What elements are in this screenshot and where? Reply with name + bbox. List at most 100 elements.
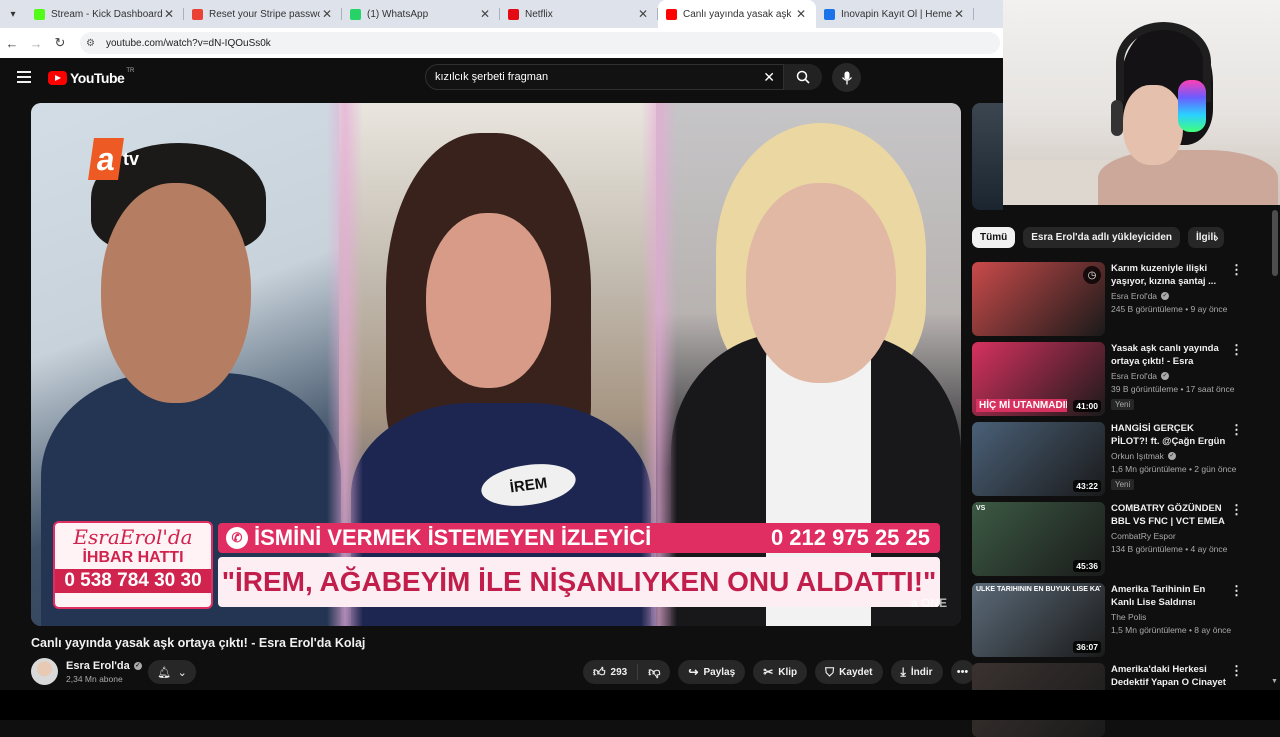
clear-search-icon[interactable]: ✕: [763, 69, 775, 86]
chevron-right-icon[interactable]: ›: [1214, 229, 1219, 245]
channel-avatar[interactable]: [31, 658, 58, 685]
forward-icon[interactable]: →: [24, 36, 48, 51]
taskbar: [0, 690, 1280, 720]
channel-name[interactable]: Orkun Işıtmak ✓: [1111, 451, 1231, 461]
scrollbar-thumb[interactable]: [1272, 210, 1278, 276]
close-tab-icon[interactable]: ✕: [162, 7, 176, 21]
browser-tab[interactable]: Canlı yayında yasak aşk orta✕: [658, 0, 816, 28]
video-player[interactable]: İREM a tv EsraErol'da İHBAR HATTI 0 538 …: [31, 103, 961, 626]
share-label: Paylaş: [703, 666, 736, 678]
tab-search-dropdown-icon[interactable]: ▾: [0, 1, 26, 27]
menu-icon[interactable]: [17, 71, 31, 86]
more-options-icon[interactable]: ⋮: [1230, 342, 1243, 358]
clip-button[interactable]: ✂ Klip: [753, 660, 808, 684]
video-title[interactable]: Amerika Tarihinin En Kanlı Lise Saldırıs…: [1111, 583, 1231, 609]
recommended-video[interactable]: VS 45:36 COMBATRY GÖZÜNDEN BBL VS FNC | VC…: [972, 502, 1262, 576]
channel-name[interactable]: Esra Erol'da ✓: [1111, 291, 1231, 301]
close-tab-icon[interactable]: ✕: [794, 7, 808, 21]
tab-title: Canlı yayında yasak aşk orta: [683, 8, 794, 20]
notification-button[interactable]: 🔔︎ ⌄: [148, 660, 196, 684]
verified-icon: ✓: [133, 661, 142, 670]
more-options-icon[interactable]: ⋮: [1230, 583, 1243, 599]
corner-watermark: a ONE: [910, 596, 947, 610]
channel-name[interactable]: Esra Erol'da ✓: [1111, 371, 1231, 381]
back-icon[interactable]: ←: [0, 36, 24, 51]
channel-name-text: The Polis: [1111, 612, 1147, 622]
share-icon: ↪: [688, 665, 699, 679]
microphone-icon: [841, 71, 852, 84]
video-meta: 134 B görüntüleme • 4 ay önce: [1111, 544, 1228, 554]
save-button[interactable]: ⛉ Kaydet: [815, 660, 883, 684]
scroll-down-icon[interactable]: ▼: [1271, 678, 1278, 685]
video-title[interactable]: Karım kuzeniyle ilişki yaşıyor, kızına ş…: [1111, 262, 1231, 288]
scissors-icon: ✂: [763, 665, 774, 679]
thumbs-down-icon: 👎︎: [648, 664, 661, 679]
channel-name-text: Esra Erol'da: [66, 659, 130, 672]
video-thumbnail[interactable]: 43:22: [972, 422, 1105, 496]
save-label: Kaydet: [839, 666, 873, 678]
caller-text: İSMİNİ VERMEK İSTEMEYEN İZLEYİCİ: [254, 525, 652, 550]
tab-favicon-icon: [824, 8, 835, 20]
new-badge: Yeni: [1111, 399, 1135, 410]
headset-earcup-left: [1111, 100, 1123, 136]
webcam-overlay: [1003, 0, 1280, 205]
close-tab-icon[interactable]: ✕: [478, 7, 492, 21]
more-options-icon[interactable]: ⋮: [1230, 422, 1243, 438]
video-thumbnail[interactable]: VS 45:36: [972, 502, 1105, 576]
dislike-button[interactable]: 👎︎: [638, 665, 670, 680]
video-title[interactable]: HANGİSİ GERÇEK PİLOT?! ft. @Çağn Ergün: [1111, 422, 1231, 448]
close-tab-icon[interactable]: ✕: [320, 7, 334, 21]
video-thumbnail[interactable]: ◷: [972, 262, 1105, 336]
channel-owner[interactable]: Esra Erol'da ✓ 2,34 Mn abone: [31, 658, 142, 685]
video-thumbnail[interactable]: HİÇ Mİ UTANMADIN? 41:00: [972, 342, 1105, 416]
browser-tab[interactable]: (1) WhatsApp ✕: [342, 0, 500, 28]
headset-earcup-right: [1178, 80, 1206, 132]
recommended-video[interactable]: HİÇ Mİ UTANMADIN? 41:00 Yasak aşk canlı ya…: [972, 342, 1262, 416]
youtube-header: YouTube TR kızılcık şerbeti fragman ✕: [0, 58, 1003, 98]
channel-name[interactable]: Esra Erol'da ✓: [66, 660, 142, 672]
streamer-body: [1098, 150, 1278, 205]
caller-strip: ✆ İSMİNİ VERMEK İSTEMEYEN İZLEYİCİ 0 212…: [218, 523, 940, 553]
channel-name[interactable]: The Polis: [1111, 612, 1231, 622]
video-title[interactable]: COMBATRY GÖZÜNDEN BBL VS FNC | VCT EMEA …: [1111, 502, 1231, 528]
browser-toolbar: ← → ↻ ⚙ youtube.com/watch?v=dN-IQOuSs0k: [0, 28, 1003, 58]
recommended-video[interactable]: ÜLKE TARİHİNİN EN BÜYÜK LİSE KATLİAMI 36:…: [972, 583, 1262, 657]
reload-icon[interactable]: ↻: [48, 35, 72, 51]
hotline-box: EsraErol'da İHBAR HATTI 0 538 784 30 30: [53, 521, 213, 609]
browser-tab[interactable]: Reset your Stripe password - n✕: [184, 0, 342, 28]
more-options-icon[interactable]: ⋮: [1230, 262, 1243, 278]
recommended-video[interactable]: 43:22 HANGİSİ GERÇEK PİLOT?! ft. @Çağn Er…: [972, 422, 1262, 496]
phone-icon: ✆: [226, 527, 248, 549]
browser-tab[interactable]: Netflix ✕: [500, 0, 658, 28]
share-button[interactable]: ↪ Paylaş: [678, 660, 746, 684]
ad-thumbnail[interactable]: [972, 103, 1003, 210]
filter-chip[interactable]: Esra Erol'da adlı yükleyiciden: [1023, 227, 1180, 248]
channel-name[interactable]: CombatRy Espor: [1111, 531, 1231, 541]
video-duration: 43:22: [1073, 480, 1101, 492]
browser-tab[interactable]: İnovapin Kayıt Ol | Hemen Üye✕: [816, 0, 974, 28]
site-info-icon[interactable]: ⚙: [86, 38, 100, 49]
browser-tab[interactable]: Stream - Kick Dashboard ✕: [26, 0, 184, 28]
more-options-icon[interactable]: ⋮: [1230, 663, 1243, 679]
logo-text: YouTube: [70, 70, 125, 86]
video-title[interactable]: Amerika'daki Herkesi Dedektif Yapan O Ci…: [1111, 663, 1231, 689]
search-input[interactable]: kızılcık şerbeti fragman ✕: [425, 64, 784, 90]
voice-search-button[interactable]: [832, 63, 861, 92]
video-thumbnail[interactable]: ÜLKE TARİHİNİN EN BÜYÜK LİSE KATLİAMI 36:…: [972, 583, 1105, 657]
like-button[interactable]: 👍︎ 293: [583, 664, 639, 680]
more-actions-icon[interactable]: •••: [950, 660, 975, 684]
recommended-video[interactable]: ◷ Karım kuzeniyle ilişki yaşıyor, kızına …: [972, 262, 1262, 336]
watch-later-icon[interactable]: ◷: [1083, 266, 1101, 284]
more-options-icon[interactable]: ⋮: [1230, 502, 1243, 518]
close-tab-icon[interactable]: ✕: [952, 7, 966, 21]
search-button[interactable]: [784, 64, 822, 90]
scrollbar[interactable]: [1270, 205, 1280, 690]
verified-icon: ✓: [1161, 372, 1170, 380]
close-tab-icon[interactable]: ✕: [636, 7, 650, 21]
filter-chip[interactable]: Tümü: [972, 227, 1016, 248]
youtube-logo[interactable]: YouTube TR: [48, 68, 134, 86]
video-title[interactable]: Yasak aşk canlı yayında ortaya çıktı! - …: [1111, 342, 1231, 368]
download-button[interactable]: ⤓ İndir: [890, 660, 943, 684]
hotline-label: İHBAR HATTI: [82, 549, 184, 566]
address-bar[interactable]: ⚙ youtube.com/watch?v=dN-IQOuSs0k: [80, 32, 1000, 54]
